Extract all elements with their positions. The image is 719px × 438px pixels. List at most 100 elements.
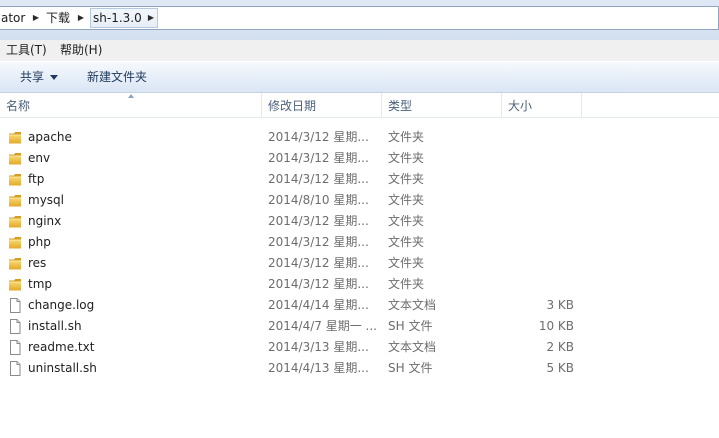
file-type: 文件夹	[388, 151, 425, 165]
file-row[interactable]: readme.txt 2014/3/13 星期... 文本文档 2 KB	[0, 337, 719, 358]
sort-ascending-icon	[128, 94, 134, 98]
file-type: 文件夹	[388, 193, 425, 207]
file-modified-date: 2014/3/12 星期...	[268, 235, 369, 249]
file-type: 文本文档	[388, 340, 437, 354]
folder-icon	[8, 130, 22, 145]
file-modified-date: 2014/4/14 星期...	[268, 298, 369, 312]
file-row[interactable]: res 2014/3/12 星期... 文件夹	[0, 253, 719, 274]
column-headers: 名称 修改日期 类型 大小	[0, 93, 719, 118]
file-size	[505, 127, 574, 148]
file-type: SH 文件	[388, 319, 433, 333]
breadcrumb[interactable]: ator ▶ 下载 ▶ sh-1.3.0 ▶	[0, 6, 719, 30]
file-row[interactable]: install.sh 2014/4/7 星期一 ... SH 文件 10 KB	[0, 316, 719, 337]
file-size: 2 KB	[546, 340, 574, 354]
file-modified-date: 2014/3/13 星期...	[268, 340, 369, 354]
file-modified-date: 2014/8/10 星期...	[268, 193, 369, 207]
file-size	[505, 232, 574, 253]
file-name: env	[28, 151, 51, 165]
file-row[interactable]: php 2014/3/12 星期... 文件夹	[0, 232, 719, 253]
file-size	[505, 169, 574, 190]
share-button[interactable]: 共享	[20, 62, 59, 93]
file-size	[505, 190, 574, 211]
file-name: ftp	[28, 172, 45, 186]
file-type: 文件夹	[388, 256, 425, 270]
file-modified-date: 2014/3/12 星期...	[268, 277, 369, 291]
breadcrumb-chevron-icon[interactable]: ▶	[29, 7, 43, 29]
file-name: install.sh	[28, 319, 82, 333]
file-size	[505, 148, 574, 169]
file-modified-date: 2014/3/12 星期...	[268, 130, 369, 144]
breadcrumb-item-downloads[interactable]: 下载	[46, 7, 70, 29]
menu-tools[interactable]: 工具(T)	[0, 40, 53, 61]
new-folder-button-label: 新建文件夹	[87, 70, 148, 84]
breadcrumb-item-user[interactable]: ator	[1, 7, 25, 29]
column-header-size-label: 大小	[508, 99, 533, 113]
file-size: 5 KB	[546, 361, 574, 375]
file-name: readme.txt	[28, 340, 95, 354]
folder-icon	[8, 193, 22, 208]
file-type: 文件夹	[388, 130, 425, 144]
column-header-modified-label: 修改日期	[268, 99, 317, 113]
file-row[interactable]: env 2014/3/12 星期... 文件夹	[0, 148, 719, 169]
file-modified-date: 2014/3/12 星期...	[268, 256, 369, 270]
file-name: apache	[28, 130, 72, 144]
folder-icon	[8, 172, 22, 187]
column-header-type-label: 类型	[388, 99, 413, 113]
breadcrumb-item-current-folder[interactable]: sh-1.3.0	[93, 7, 142, 29]
file-size	[505, 211, 574, 232]
column-header-name-label: 名称	[6, 99, 31, 113]
menu-help[interactable]: 帮助(H)	[54, 40, 108, 61]
file-modified-date: 2014/3/12 星期...	[268, 214, 369, 228]
share-button-label: 共享	[20, 70, 45, 84]
file-name: res	[28, 256, 47, 270]
new-folder-button[interactable]: 新建文件夹	[87, 62, 147, 93]
address-bar: ator ▶ 下载 ▶ sh-1.3.0 ▶	[0, 0, 719, 40]
column-header-type[interactable]: 类型	[382, 93, 502, 117]
file-size: 10 KB	[538, 319, 574, 333]
file-name: nginx	[28, 214, 62, 228]
file-type: 文件夹	[388, 235, 425, 249]
file-row[interactable]: nginx 2014/3/12 星期... 文件夹	[0, 211, 719, 232]
file-list: apache 2014/3/12 星期... 文件夹 env 2014/3/12 星期.…	[0, 127, 719, 379]
breadcrumb-chevron-icon[interactable]: ▶	[144, 7, 158, 29]
file-icon	[8, 361, 22, 376]
file-modified-date: 2014/3/12 星期...	[268, 151, 369, 165]
file-name: change.log	[28, 298, 95, 312]
file-name: php	[28, 235, 51, 249]
column-header-name[interactable]: 名称	[0, 93, 262, 117]
chevron-down-icon	[50, 75, 59, 80]
file-type: SH 文件	[388, 361, 433, 375]
column-header-modified[interactable]: 修改日期	[262, 93, 382, 117]
file-modified-date: 2014/3/12 星期...	[268, 172, 369, 186]
breadcrumb-chevron-icon[interactable]: ▶	[74, 7, 88, 29]
folder-icon	[8, 256, 22, 271]
file-name: uninstall.sh	[28, 361, 97, 375]
command-bar: 共享 新建文件夹	[0, 61, 719, 93]
file-size	[505, 274, 574, 295]
file-type: 文件夹	[388, 277, 425, 291]
file-modified-date: 2014/4/7 星期一 ...	[268, 319, 377, 333]
folder-icon	[8, 277, 22, 292]
menu-bar: 工具(T) 帮助(H)	[0, 40, 719, 61]
column-header-size[interactable]: 大小	[502, 93, 582, 117]
folder-icon	[8, 235, 22, 250]
file-name: mysql	[28, 193, 64, 207]
file-size: 3 KB	[546, 298, 574, 312]
file-modified-date: 2014/4/13 星期...	[268, 361, 369, 375]
folder-icon	[8, 151, 22, 166]
file-size	[505, 253, 574, 274]
folder-icon	[8, 214, 22, 229]
file-type: 文件夹	[388, 214, 425, 228]
file-row[interactable]: uninstall.sh 2014/4/13 星期... SH 文件 5 KB	[0, 358, 719, 379]
file-name: tmp	[28, 277, 53, 291]
file-icon	[8, 340, 22, 355]
file-row[interactable]: change.log 2014/4/14 星期... 文本文档 3 KB	[0, 295, 719, 316]
file-icon	[8, 298, 22, 313]
file-row[interactable]: tmp 2014/3/12 星期... 文件夹	[0, 274, 719, 295]
file-row[interactable]: mysql 2014/8/10 星期... 文件夹	[0, 190, 719, 211]
file-type: 文本文档	[388, 298, 437, 312]
file-type: 文件夹	[388, 172, 425, 186]
file-row[interactable]: apache 2014/3/12 星期... 文件夹	[0, 127, 719, 148]
file-row[interactable]: ftp 2014/3/12 星期... 文件夹	[0, 169, 719, 190]
file-icon	[8, 319, 22, 334]
